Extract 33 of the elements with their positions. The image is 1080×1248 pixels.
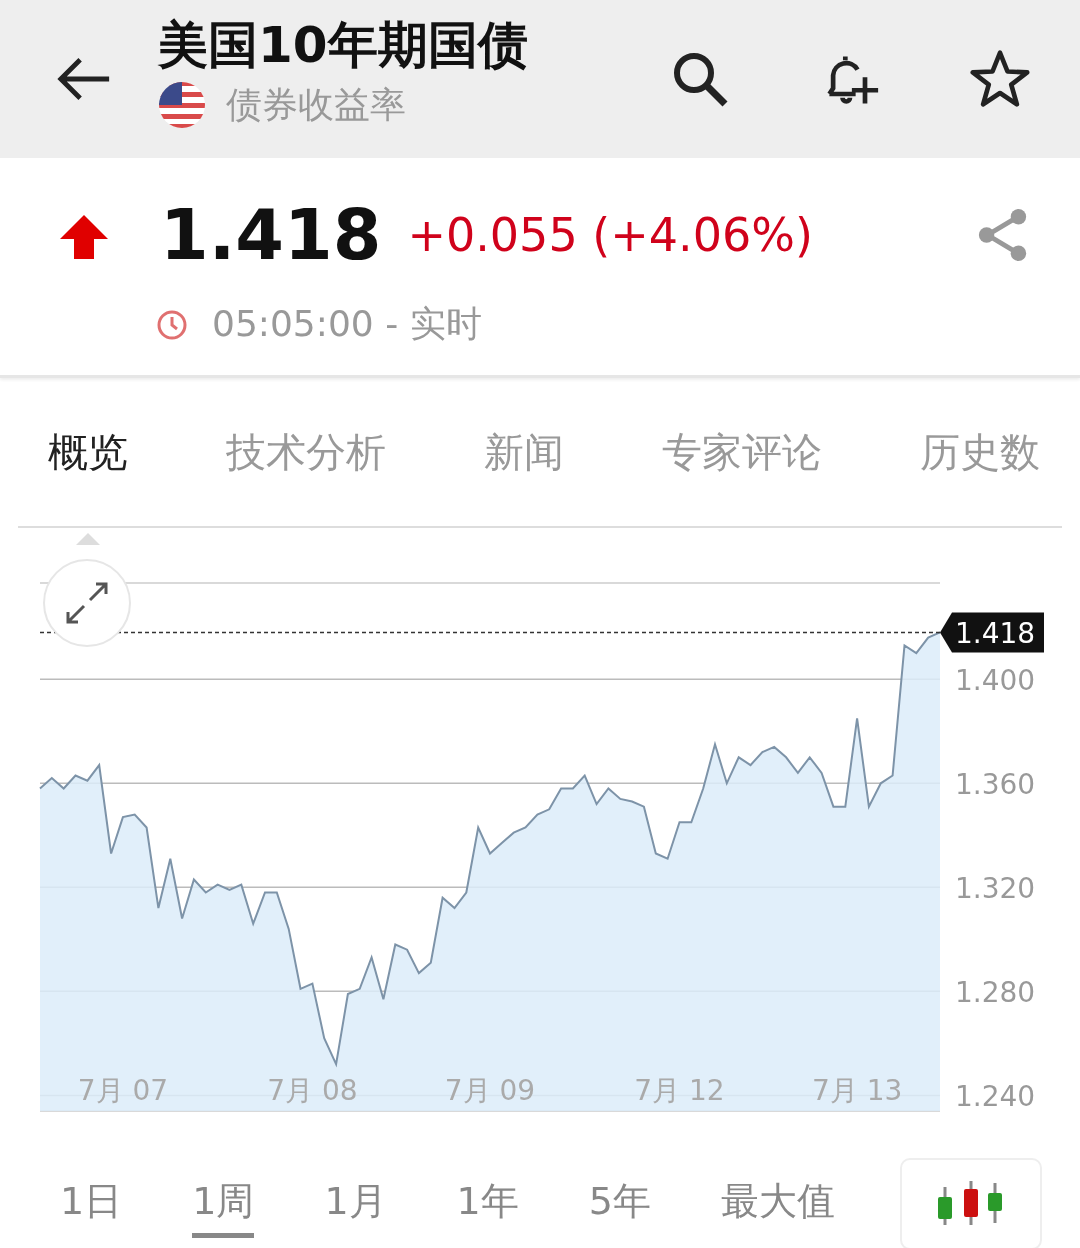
tab[interactable]: 概览 (48, 424, 128, 480)
y-axis-label: 1.280 (955, 976, 1036, 1010)
tab[interactable]: 历史数 (920, 424, 1040, 480)
range-button[interactable]: 最大值 (720, 1170, 835, 1238)
y-axis-label: 1.320 (955, 872, 1036, 906)
x-axis-label: 7月 12 (634, 1074, 725, 1107)
x-axis-label: 7月 07 (77, 1074, 169, 1107)
range-button[interactable]: 1日 (60, 1170, 123, 1238)
ref-line-label: 1.418 (955, 617, 1036, 651)
instrument-title: 美国10年期国债 (158, 14, 529, 75)
instrument-type: 债券收益率 (226, 82, 406, 127)
price-change: +0.055 (+4.06%) (407, 208, 814, 262)
range-button[interactable]: 1年 (456, 1170, 519, 1238)
range-button[interactable]: 5年 (588, 1170, 651, 1238)
y-axis-label: 1.240 (955, 1080, 1036, 1114)
x-axis-label: 7月 08 (267, 1074, 358, 1107)
star-icon[interactable] (970, 49, 1030, 109)
clock-icon (156, 308, 188, 341)
expand-icon[interactable] (43, 559, 131, 647)
y-axis-label: 1.400 (955, 664, 1036, 698)
tab[interactable]: 技术分析 (226, 424, 386, 480)
tab[interactable]: 专家评论 (662, 424, 822, 480)
price-value: 1.418 (160, 194, 382, 276)
tab[interactable]: 新闻 (484, 424, 564, 480)
range-button[interactable]: 1月 (324, 1170, 387, 1238)
price-tag: 1.418 (940, 612, 1044, 653)
chart-type-button[interactable] (900, 1158, 1042, 1248)
x-axis-label: 7月 09 (444, 1074, 536, 1107)
x-axis-label: 7月 13 (811, 1074, 903, 1107)
range-button[interactable]: 1周 (192, 1170, 255, 1238)
quote-time: 05:05:00 - 实时 (212, 302, 482, 346)
selected-tab-pointer (76, 532, 100, 545)
y-axis-label: 1.360 (955, 768, 1036, 802)
